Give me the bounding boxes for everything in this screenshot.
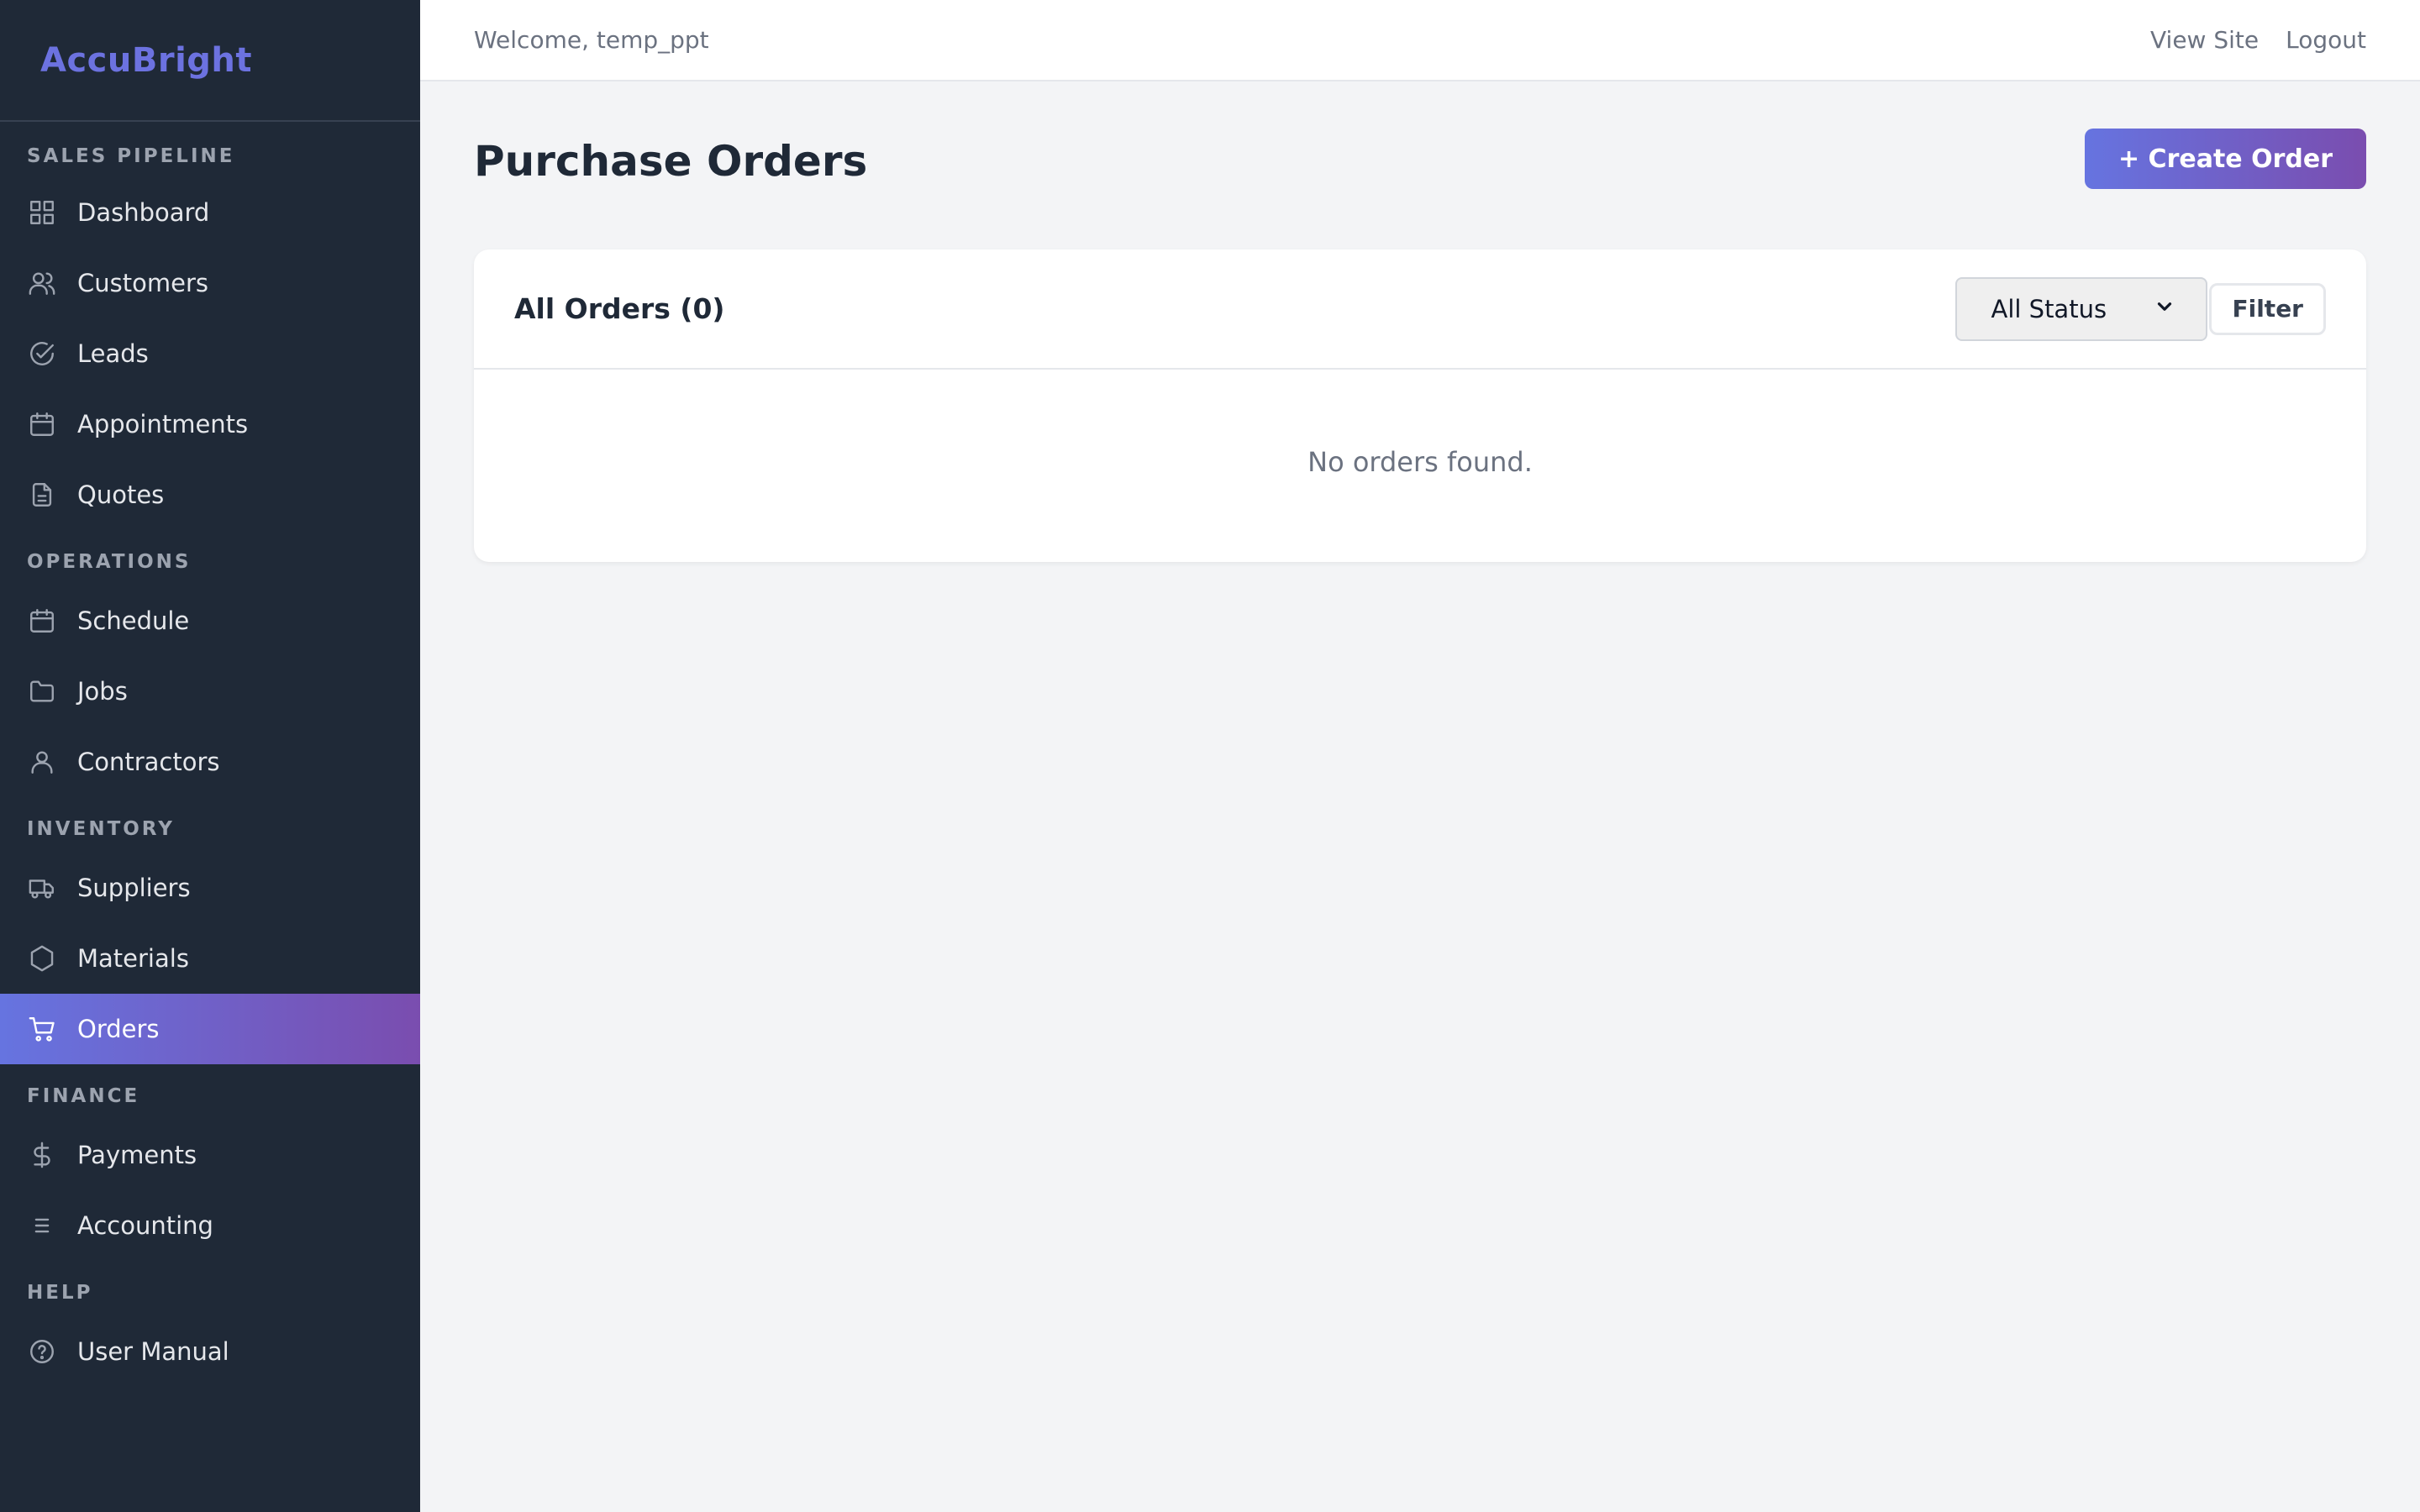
sidebar-item-materials[interactable]: Materials	[0, 923, 420, 994]
filter-group: All Status Filter	[1955, 276, 2326, 341]
user-icon	[27, 747, 57, 777]
truck-icon	[27, 873, 57, 903]
orders-card: All Orders (0) All Status Filter No orde…	[474, 249, 2366, 562]
sidebar-item-suppliers[interactable]: Suppliers	[0, 853, 420, 923]
nav-section-title: HELP	[27, 1282, 93, 1304]
sidebar-item-label: Quotes	[77, 480, 165, 509]
sidebar: AccuBright SALES PIPELINE Dashboard Custom…	[0, 0, 420, 1512]
sidebar-item-contractors[interactable]: Contractors	[0, 727, 420, 797]
folder-icon	[27, 676, 57, 706]
users-icon	[27, 268, 57, 298]
nav-section-title: SALES PIPELINE	[27, 145, 235, 167]
sidebar-item-customers[interactable]: Customers	[0, 248, 420, 318]
sidebar-item-label: Customers	[77, 269, 208, 297]
document-icon	[27, 480, 57, 510]
empty-state-message: No orders found.	[1307, 445, 1533, 478]
sidebar-item-user-manual[interactable]: User Manual	[0, 1316, 420, 1387]
chevron-down-icon	[2154, 295, 2175, 323]
nav-section-title: FINANCE	[27, 1085, 140, 1107]
hexagon-icon	[27, 943, 57, 974]
create-order-button[interactable]: + Create Order	[2084, 129, 2366, 189]
topbar: Welcome, temp_ppt View Site Logout	[420, 0, 2420, 81]
sidebar-item-label: Orders	[77, 1015, 160, 1043]
cart-icon	[27, 1014, 57, 1044]
orders-card-title: All Orders (0)	[514, 292, 725, 325]
sidebar-item-quotes[interactable]: Quotes	[0, 459, 420, 530]
logout-link[interactable]: Logout	[2286, 26, 2366, 54]
sidebar-item-label: User Manual	[77, 1337, 229, 1366]
nav-section-title: INVENTORY	[27, 818, 175, 840]
status-select-value: All Status	[1991, 294, 2107, 323]
sidebar-item-label: Jobs	[77, 677, 128, 706]
page-header: Purchase Orders + Create Order	[474, 81, 2366, 249]
sidebar-item-leads[interactable]: Leads	[0, 318, 420, 389]
top-links: View Site Logout	[2150, 26, 2366, 54]
view-site-link[interactable]: View Site	[2150, 26, 2259, 54]
welcome-text: Welcome, temp_ppt	[474, 26, 709, 54]
sidebar-item-label: Dashboard	[77, 198, 210, 227]
sidebar-item-schedule[interactable]: Schedule	[0, 585, 420, 656]
nav-section-title: OPERATIONS	[27, 551, 192, 573]
grid-icon	[27, 197, 57, 228]
sidebar-nav: SALES PIPELINE Dashboard Customers Leads App…	[0, 135, 420, 1387]
calendar-icon	[27, 409, 57, 439]
dollar-icon	[27, 1140, 57, 1170]
sidebar-item-jobs[interactable]: Jobs	[0, 656, 420, 727]
sidebar-item-label: Suppliers	[77, 874, 191, 902]
brand-header: AccuBright	[0, 0, 420, 122]
check-circle-icon	[27, 339, 57, 369]
sidebar-item-label: Appointments	[77, 410, 249, 438]
brand-logo-text[interactable]: AccuBright	[40, 41, 252, 80]
sidebar-item-label: Accounting	[77, 1211, 213, 1240]
sidebar-item-label: Contractors	[77, 748, 220, 776]
sidebar-item-dashboard[interactable]: Dashboard	[0, 177, 420, 248]
orders-card-body: No orders found.	[474, 370, 2366, 560]
filter-button[interactable]: Filter	[2209, 282, 2326, 335]
status-select[interactable]: All Status	[1955, 276, 2208, 341]
sidebar-item-label: Leads	[77, 339, 149, 368]
main-content: Purchase Orders + Create Order All Order…	[474, 81, 2366, 562]
sidebar-item-accounting[interactable]: Accounting	[0, 1190, 420, 1261]
orders-card-header: All Orders (0) All Status Filter	[474, 249, 2366, 370]
sidebar-item-appointments[interactable]: Appointments	[0, 389, 420, 459]
list-icon	[27, 1210, 57, 1241]
sidebar-item-label: Schedule	[77, 606, 190, 635]
sidebar-item-orders[interactable]: Orders	[0, 994, 420, 1064]
page-title: Purchase Orders	[474, 137, 868, 186]
sidebar-item-label: Materials	[77, 944, 189, 973]
help-circle-icon	[27, 1336, 57, 1367]
sidebar-item-label: Payments	[77, 1141, 197, 1169]
calendar-icon	[27, 606, 57, 636]
sidebar-item-payments[interactable]: Payments	[0, 1120, 420, 1190]
